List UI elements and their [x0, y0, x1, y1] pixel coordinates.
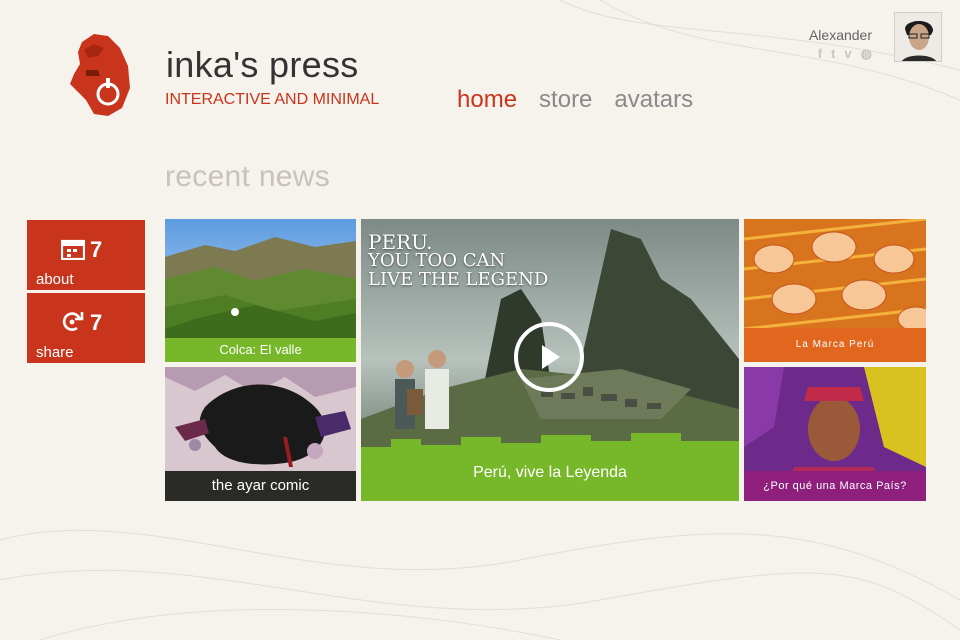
marca-pais-caption: ¿Por qué una Marca País?: [744, 471, 926, 501]
dribbble-icon[interactable]: ◍: [861, 46, 872, 62]
vimeo-icon[interactable]: v: [844, 46, 851, 62]
hero-headline-line-1: PERU.: [368, 230, 433, 254]
section-title: recent news: [165, 160, 331, 193]
brand-title: inka's press: [166, 44, 359, 85]
hero-caption: Perú, vive la Leyenda: [361, 455, 739, 501]
hero-headline: PERU. YOU TOO CAN LIVE THE LEGEND: [368, 232, 548, 289]
inkas-press-logo: [70, 34, 130, 116]
news-tile-ayar-comic[interactable]: the ayar comic: [165, 367, 356, 501]
about-label: about: [36, 271, 74, 288]
main-nav: home store avatars: [457, 86, 693, 114]
nav-home[interactable]: home: [457, 86, 517, 114]
facebook-icon[interactable]: f: [818, 46, 822, 62]
avatar-portrait: [895, 13, 941, 61]
share-label: share: [36, 344, 74, 361]
twitter-icon[interactable]: t: [831, 46, 835, 62]
news-tile-hero-video[interactable]: PERU. YOU TOO CAN LIVE THE LEGEND Perú, …: [361, 219, 739, 501]
user-name[interactable]: Alexander: [809, 27, 872, 43]
colca-caption: Colca: El valle: [165, 338, 356, 362]
share-tile[interactable]: 7 share: [27, 293, 145, 363]
news-tile-marca-pais[interactable]: ¿Por qué una Marca País?: [744, 367, 926, 501]
play-icon: [542, 345, 560, 369]
ayar-caption: the ayar comic: [165, 471, 356, 501]
share-icon: [62, 312, 84, 331]
share-count: 7: [90, 310, 103, 335]
hero-headline-line-2: YOU TOO CAN: [368, 250, 506, 272]
hero-skyline-edge: [361, 433, 739, 457]
nav-store[interactable]: store: [539, 86, 592, 114]
calendar-icon: [61, 239, 85, 260]
news-tile-marca-peru[interactable]: La Marca Perú: [744, 219, 926, 362]
play-button[interactable]: [514, 322, 584, 392]
nav-avatars[interactable]: avatars: [614, 86, 693, 114]
brand-tagline: INTERACTIVE AND MINIMAL: [165, 91, 380, 108]
user-area: Alexander f t v ◍: [762, 12, 942, 64]
hero-headline-line-3: LIVE THE LEGEND: [368, 268, 549, 290]
social-links: f t v ◍: [818, 46, 872, 62]
avatar[interactable]: [894, 12, 942, 62]
marca-peru-caption: La Marca Perú: [744, 328, 926, 362]
about-count: 7: [90, 237, 103, 262]
news-tile-colca[interactable]: Colca: El valle: [165, 219, 356, 362]
about-tile[interactable]: 7 about: [27, 220, 145, 290]
